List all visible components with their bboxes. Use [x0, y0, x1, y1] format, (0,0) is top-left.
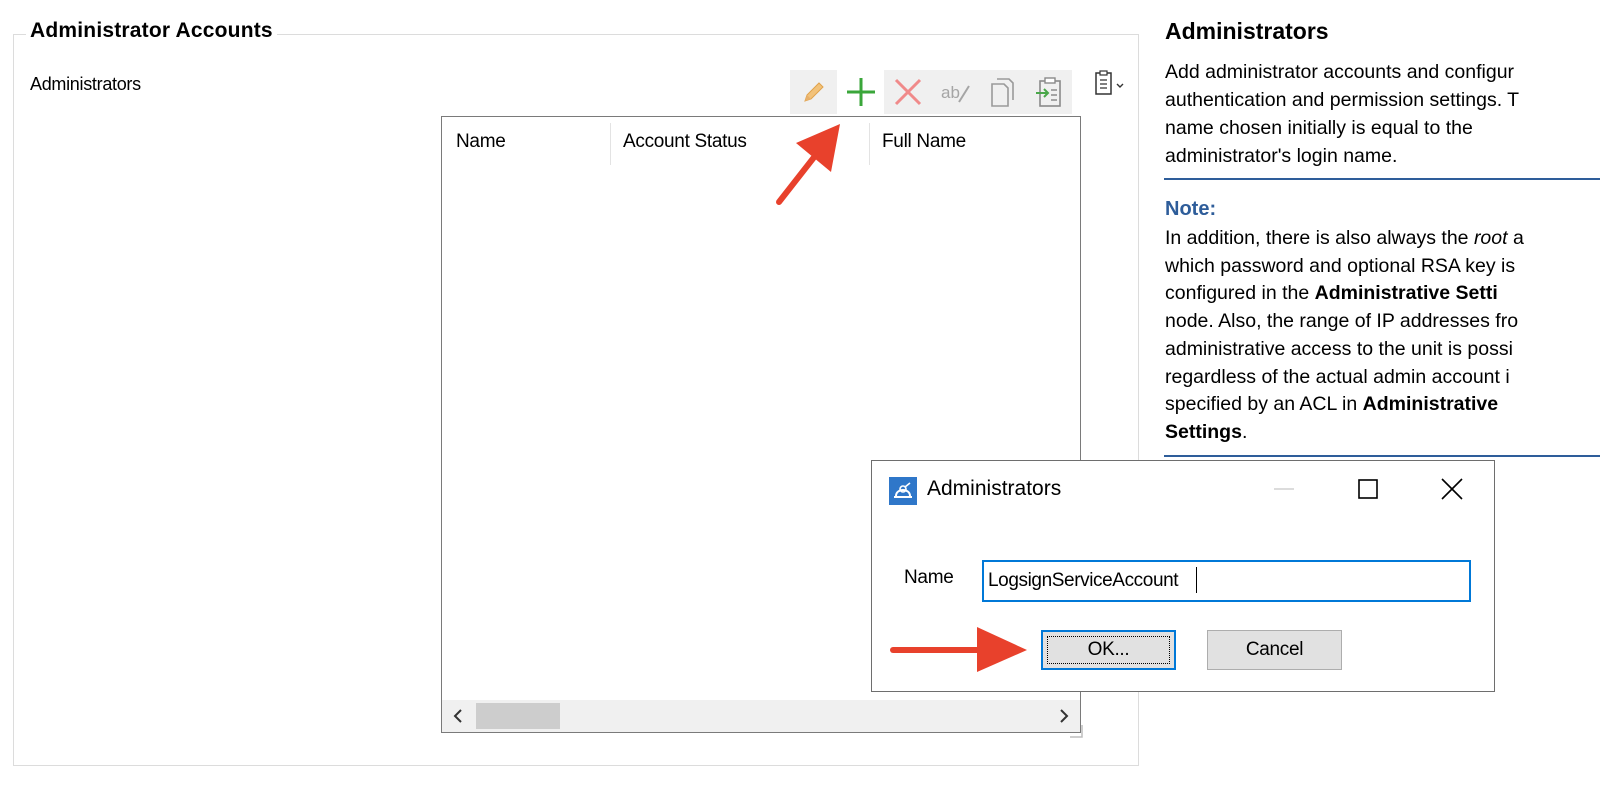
close-button[interactable]: [1410, 461, 1494, 517]
resize-grip-icon[interactable]: [1069, 724, 1083, 738]
horizontal-scrollbar[interactable]: [442, 700, 1080, 732]
paste-button[interactable]: [1025, 70, 1072, 114]
note-line: Settings.: [1165, 420, 1248, 443]
help-title: Administrators: [1165, 18, 1329, 44]
note-line: specified by an ACL in Administrative: [1165, 393, 1499, 416]
help-line: administrator's login name.: [1165, 145, 1398, 167]
note-line: In addition, there is also always the ro…: [1165, 227, 1524, 249]
pencil-icon: [803, 82, 824, 102]
name-input[interactable]: [982, 560, 1471, 602]
help-line: name chosen initially is equal to the: [1165, 117, 1473, 139]
note-line: node. Also, the range of IP addresses fr…: [1165, 310, 1519, 333]
note-text: In addition, there is also always the ro…: [1165, 225, 1600, 447]
chevron-left-icon: [453, 709, 462, 723]
chevron-right-icon: [1060, 709, 1069, 723]
note-line: regardless of the actual admin account i: [1165, 365, 1510, 388]
edit-button[interactable]: [790, 70, 837, 114]
svg-text:ab: ab: [941, 83, 960, 102]
group-title: Administrator Accounts: [26, 19, 277, 43]
minimize-button: [1242, 461, 1326, 517]
list-header: Name Account Status Full Name: [442, 117, 1080, 167]
cancel-button[interactable]: Cancel: [1207, 630, 1342, 670]
help-divider: [1164, 178, 1600, 180]
ok-button-label: OK...: [1087, 639, 1130, 660]
column-header-account-status[interactable]: Account Status: [609, 117, 869, 167]
help-line: authentication and permission settings. …: [1165, 89, 1520, 111]
clipboard-menu-icon: [1095, 70, 1124, 95]
administrators-label: Administrators: [30, 74, 141, 94]
app-icon: [889, 477, 917, 505]
scrollbar-thumb[interactable]: [476, 703, 560, 729]
dialog-title: Administrators: [927, 477, 1062, 500]
name-label: Name: [904, 567, 954, 588]
scroll-left-button[interactable]: [442, 700, 474, 732]
list-toolbar: ab: [790, 70, 1072, 114]
toolbar-menu-button[interactable]: [1090, 66, 1130, 102]
note-title: Note:: [1165, 198, 1217, 220]
plus-icon: [846, 78, 875, 106]
cancel-button-label: Cancel: [1245, 639, 1304, 660]
help-intro: Add administrator accounts and configur …: [1165, 58, 1600, 170]
add-button[interactable]: [837, 70, 884, 114]
maximize-icon: [1358, 479, 1378, 499]
paste-icon: [1035, 77, 1061, 107]
rename-icon: ab: [941, 83, 970, 103]
note-line: which password and optional RSA key is: [1165, 254, 1516, 277]
administrators-dialog: Administrators Name OK... Cancel: [871, 460, 1495, 692]
delete-button[interactable]: [884, 70, 931, 114]
copy-icon: [990, 78, 1014, 107]
maximize-button[interactable]: [1326, 461, 1410, 517]
help-line: Add administrator accounts and configur: [1165, 61, 1515, 83]
copy-button[interactable]: [978, 70, 1025, 114]
note-line: administrative access to the unit is pos…: [1165, 337, 1513, 360]
note-line: configured in the Administrative Setti: [1165, 282, 1498, 305]
close-icon: [1441, 478, 1463, 500]
column-header-name[interactable]: Name: [442, 117, 610, 167]
help-divider: [1164, 455, 1600, 457]
rename-button[interactable]: ab: [931, 70, 978, 114]
x-icon: [894, 78, 921, 106]
column-header-full-name[interactable]: Full Name: [868, 117, 1080, 167]
ok-button[interactable]: OK...: [1041, 630, 1176, 670]
dialog-titlebar[interactable]: Administrators: [872, 461, 1494, 517]
text-caret: [1196, 567, 1197, 593]
minimize-icon: [1274, 488, 1294, 490]
